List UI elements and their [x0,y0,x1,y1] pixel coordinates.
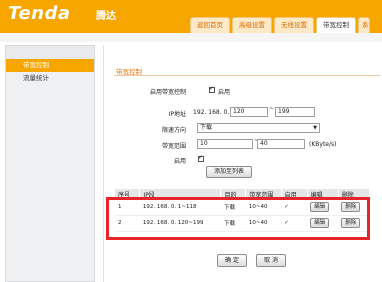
chevron-down-icon: ▼ [313,125,317,131]
bw-unit: (KByte/s) [309,141,337,148]
tab-home[interactable]: 返回首页 [190,17,230,33]
highlight-box [106,197,370,240]
section-divider [114,75,380,76]
ip-label: IP地址 [168,111,186,118]
bw-max-input[interactable]: 40 [257,139,305,149]
tab-wireless[interactable]: 无线设置 [274,17,314,33]
tenda-logo: Tenda [8,3,71,24]
header-strip [0,33,382,42]
top-nav: 返回首页 高级设置 无线设置 带宽控制 系统 [190,17,370,33]
top-header: Tenda 腾达 返回首页 高级设置 无线设置 带宽控制 系统 [0,0,382,33]
ip-start-input[interactable]: 120 [230,107,268,117]
sidebar: 带宽控制 流量统计 [5,45,95,282]
sidebar-top [6,46,94,59]
enable-checkbox[interactable] [209,85,215,93]
ip-sep: ~ [269,105,275,112]
bw-min-input[interactable]: 10 [197,139,253,149]
rule-enable-label: 启用 [173,158,186,165]
tab-advanced[interactable]: 高级设置 [232,17,272,33]
direction-value: 下载 [200,124,213,131]
add-to-list-button[interactable]: 添加至列表 [206,166,252,178]
cancel-button[interactable]: 取 消 [256,254,286,267]
sidebar-item-bandwidth[interactable]: 带宽控制 [6,59,94,72]
tenda-logo-cn: 腾达 [96,11,116,22]
rule-enable-checkbox[interactable] [198,154,204,162]
sidebar-item-traffic[interactable]: 流量统计 [6,72,94,85]
bandwidth-label: 带宽范围 [161,143,186,150]
tab-bandwidth[interactable]: 带宽控制 [316,17,356,33]
main-panel: 带宽控制 启用带宽控制 启用 IP地址 192. 168. 0. 120 ~ 1… [103,45,382,282]
ok-button[interactable]: 确 定 [217,254,247,267]
ip-end-input[interactable]: 199 [275,107,315,117]
direction-select[interactable]: 下载 ▼ [197,123,320,133]
enable-value: 启用 [218,89,231,96]
ip-prefix: 192. 168. 0. [193,109,230,116]
direction-label: 限速方向 [161,127,186,134]
enable-label: 启用带宽控制 [149,89,186,96]
tab-system[interactable]: 系统 [358,17,370,33]
